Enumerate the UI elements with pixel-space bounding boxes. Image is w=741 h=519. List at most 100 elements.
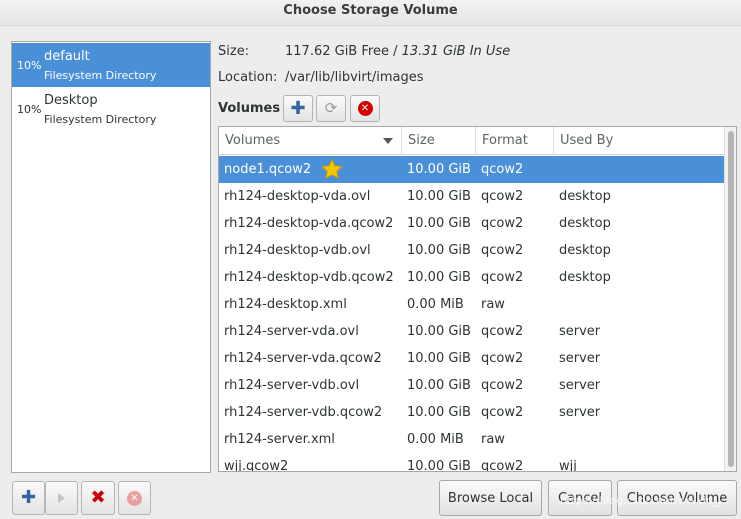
browse-local-button[interactable]: Browse Local (439, 480, 542, 516)
stop-icon: ✕ (127, 490, 142, 506)
volume-size-cell: 10.00 GiB (407, 243, 471, 258)
volume-size-cell: 10.00 GiB (407, 324, 471, 339)
pool-type: Filesystem Directory (44, 69, 157, 82)
volume-size-cell: 10.00 GiB (407, 351, 471, 366)
volume-name-cell: wjj.qcow2 (224, 459, 289, 472)
volume-name-cell: rh124-server-vdb.qcow2 (224, 405, 383, 420)
volume-format-cell: qcow2 (481, 216, 524, 231)
volume-name-cell: rh124-server-vda.qcow2 (224, 351, 382, 366)
table-row[interactable]: wjj.qcow2 10.00 GiB qcow2 wjj (219, 453, 724, 472)
pool-usage-percent: 10% (17, 103, 42, 116)
delete-volume-button[interactable]: ✕ (350, 95, 380, 122)
storage-pool-list[interactable]: 10% default Filesystem Directory 10% Des… (11, 41, 211, 473)
pool-name: default (44, 49, 90, 64)
volume-size-cell: 0.00 MiB (407, 297, 464, 312)
volume-size-cell: 10.00 GiB (407, 459, 471, 472)
refresh-volumes-button[interactable]: ⟳ (316, 95, 346, 122)
table-row[interactable]: rh124-server-vda.qcow2 10.00 GiB qcow2 serv… (219, 345, 724, 372)
size-in-use: 13.31 GiB In Use (401, 44, 511, 59)
refresh-icon: ⟳ (324, 99, 338, 117)
volume-size-cell: 10.00 GiB (407, 270, 471, 285)
volumes-table[interactable]: Volumes Size Format Used By node1.qcow2 1… (218, 126, 737, 472)
table-header: Volumes Size Format Used By (219, 127, 724, 155)
volume-size-cell: 10.00 GiB (407, 378, 471, 393)
window-title: Choose Storage Volume (0, 0, 741, 26)
star-icon (321, 158, 343, 180)
column-header-used-by[interactable]: Used By (554, 127, 724, 155)
volume-name-cell: node1.qcow2 (224, 162, 312, 177)
volume-name-cell: rh124-server-vda.ovl (224, 324, 359, 339)
volume-format-cell: qcow2 (481, 351, 524, 366)
delete-pool-button[interactable]: ✖ (81, 481, 115, 515)
table-row[interactable]: rh124-desktop-vdb.ovl 10.00 GiB qcow2 deskt… (219, 237, 724, 264)
plus-icon: ✚ (20, 487, 37, 508)
pool-item-desktop[interactable]: 10% Desktop Filesystem Directory (12, 87, 210, 131)
table-row[interactable]: rh124-server-vda.ovl 10.00 GiB qcow2 server (219, 318, 724, 345)
volume-name-cell: rh124-desktop.xml (224, 297, 347, 312)
volume-used-by-cell: wjj (559, 459, 577, 472)
vertical-scrollbar[interactable] (724, 127, 736, 471)
volume-format-cell: qcow2 (481, 189, 524, 204)
volume-used-by-cell: desktop (559, 189, 611, 204)
volume-format-cell: qcow2 (481, 243, 524, 258)
pool-type: Filesystem Directory (44, 113, 157, 126)
volume-used-by-cell: server (559, 378, 601, 393)
plus-icon: ✚ (290, 97, 306, 119)
volume-used-by-cell: desktop (559, 216, 611, 231)
stop-pool-button[interactable]: ✕ (118, 481, 151, 515)
volume-used-by-cell: server (559, 351, 601, 366)
volume-size-cell: 0.00 MiB (407, 432, 464, 447)
location-value: /var/lib/libvirt/images (285, 70, 424, 85)
add-pool-button[interactable]: ✚ (12, 481, 45, 515)
volume-format-cell: qcow2 (481, 270, 524, 285)
volumes-label: Volumes (218, 101, 281, 116)
volume-format-cell: qcow2 (481, 378, 524, 393)
table-row[interactable]: rh124-server.xml 0.00 MiB raw (219, 426, 724, 453)
volume-name-cell: rh124-desktop-vda.qcow2 (224, 216, 394, 231)
pool-name: Desktop (44, 93, 98, 108)
volume-used-by-cell: server (559, 324, 601, 339)
volume-format-cell: qcow2 (481, 324, 524, 339)
table-row[interactable]: node1.qcow2 10.00 GiB qcow2 (219, 156, 724, 183)
volume-name-cell: rh124-server.xml (224, 432, 335, 447)
volume-size-cell: 10.00 GiB (407, 162, 471, 177)
column-header-format[interactable]: Format (476, 127, 554, 155)
column-header-volumes[interactable]: Volumes (219, 127, 402, 155)
volume-used-by-cell: server (559, 405, 601, 420)
table-row[interactable]: rh124-desktop.xml 0.00 MiB raw (219, 291, 724, 318)
volume-format-cell: qcow2 (481, 459, 524, 472)
size-free: 117.62 GiB Free / (285, 44, 398, 59)
pool-item-default[interactable]: 10% default Filesystem Directory (12, 43, 210, 87)
volume-format-cell: qcow2 (481, 405, 524, 420)
stop-icon: ✕ (357, 101, 373, 116)
volume-size-cell: 10.00 GiB (407, 405, 471, 420)
pool-usage-percent: 10% (17, 59, 42, 72)
volume-format-cell: qcow2 (481, 162, 524, 177)
volume-name-cell: rh124-desktop-vdb.qcow2 (224, 270, 394, 285)
play-icon (58, 493, 65, 503)
watermark: https://blog.csdn.net/weixin_... (560, 494, 730, 507)
table-row[interactable]: rh124-desktop-vda.ovl 10.00 GiB qcow2 deskt… (219, 183, 724, 210)
sort-descending-icon (383, 138, 393, 144)
volume-size-cell: 10.00 GiB (407, 216, 471, 231)
volume-name-cell: rh124-server-vdb.ovl (224, 378, 360, 393)
table-row[interactable]: rh124-desktop-vda.qcow2 10.00 GiB qcow2 des… (219, 210, 724, 237)
volume-name-cell: rh124-desktop-vda.ovl (224, 189, 371, 204)
start-pool-button[interactable] (45, 481, 78, 515)
column-header-size[interactable]: Size (402, 127, 476, 155)
table-row[interactable]: rh124-server-vdb.qcow2 10.00 GiB qcow2 serv… (219, 399, 724, 426)
volume-used-by-cell: desktop (559, 243, 611, 258)
scrollbar-thumb[interactable] (728, 131, 734, 467)
volume-used-by-cell: desktop (559, 270, 611, 285)
volume-name-cell: rh124-desktop-vdb.ovl (224, 243, 371, 258)
location-label: Location: (218, 70, 278, 85)
size-value: 117.62 GiB Free / 13.31 GiB In Use (285, 44, 510, 59)
x-icon: ✖ (90, 487, 106, 508)
volume-format-cell: raw (481, 297, 505, 312)
table-row[interactable]: rh124-desktop-vdb.qcow2 10.00 GiB qcow2 des… (219, 264, 724, 291)
volume-size-cell: 10.00 GiB (407, 189, 471, 204)
add-volume-button[interactable]: ✚ (283, 95, 313, 122)
volume-format-cell: raw (481, 432, 505, 447)
size-label: Size: (218, 44, 250, 59)
table-row[interactable]: rh124-server-vdb.ovl 10.00 GiB qcow2 server (219, 372, 724, 399)
